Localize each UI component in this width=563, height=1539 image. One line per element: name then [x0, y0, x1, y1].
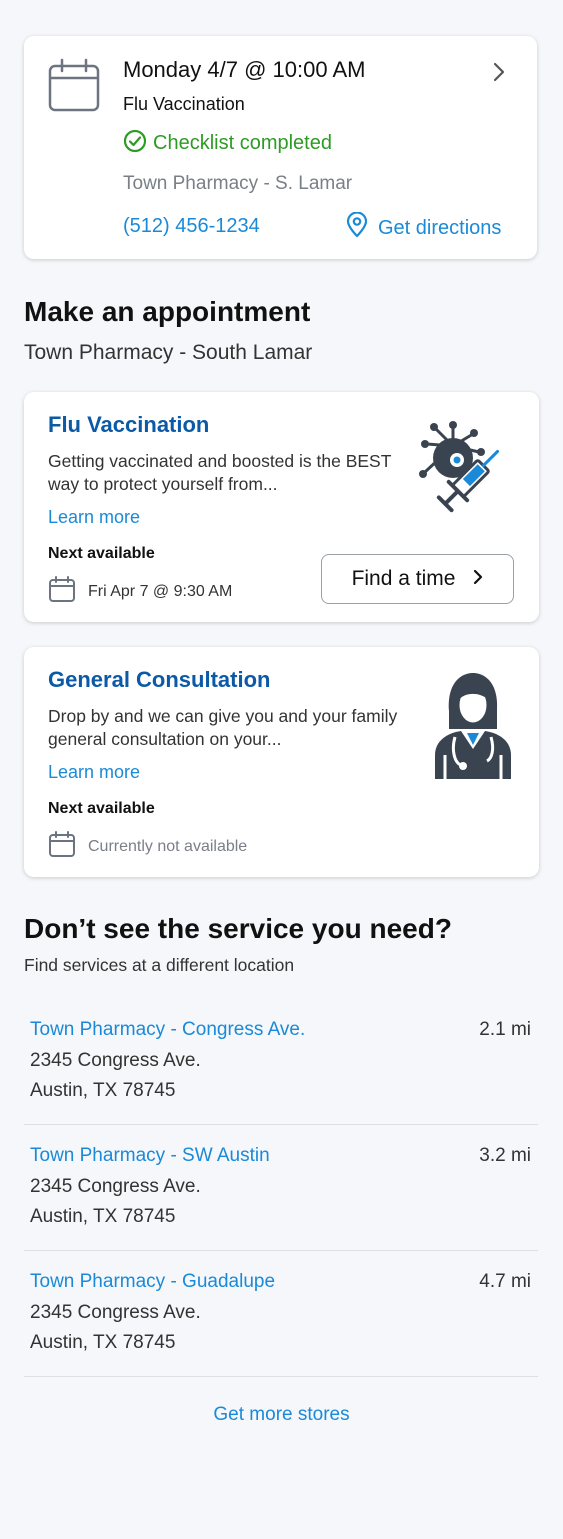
- get-more-stores-link[interactable]: Get more stores: [0, 1404, 563, 1426]
- location-address-line2: Austin, TX 78745: [30, 1080, 176, 1101]
- service-card-general-consultation: General Consultation Drop by and we can …: [24, 647, 539, 877]
- other-locations-title: Don’t see the service you need?: [24, 913, 452, 944]
- service-title: Flu Vaccination: [48, 412, 210, 437]
- check-circle-icon: [123, 129, 147, 158]
- service-card-flu-vaccination: Flu Vaccination Getting vaccinated and b…: [24, 392, 539, 622]
- appointment-card[interactable]: Monday 4/7 @ 10:00 AM Flu Vaccination Ch…: [24, 36, 537, 259]
- appointment-datetime: Monday 4/7 @ 10:00 AM: [123, 57, 366, 82]
- make-appointment-subtitle: Town Pharmacy - South Lamar: [24, 341, 313, 364]
- location-address-line2: Austin, TX 78745: [30, 1332, 176, 1353]
- location-item[interactable]: Town Pharmacy - SW Austin 3.2 mi 2345 Co…: [24, 1125, 538, 1251]
- phone-link[interactable]: (512) 456-1234: [123, 215, 260, 238]
- next-available-time: Fri Apr 7 @ 9:30 AM: [88, 582, 233, 600]
- location-item[interactable]: Town Pharmacy - Guadalupe 4.7 mi 2345 Co…: [24, 1251, 538, 1377]
- calendar-icon: [48, 830, 76, 863]
- find-a-time-label: Find a time: [351, 567, 456, 590]
- next-available-label: Next available: [48, 545, 155, 562]
- location-name: Town Pharmacy - Congress Ave.: [30, 1019, 306, 1040]
- get-directions-link[interactable]: Get directions: [346, 211, 502, 244]
- vaccine-syringe-virus-icon: [415, 416, 515, 531]
- checklist-status-text: Checklist completed: [153, 132, 332, 154]
- chevron-right-icon: [473, 567, 483, 591]
- next-available-slot: Fri Apr 7 @ 9:30 AM: [48, 575, 232, 608]
- location-distance: 3.2 mi: [479, 1145, 531, 1166]
- service-title: General Consultation: [48, 667, 271, 692]
- location-address-line1: 2345 Congress Ave.: [30, 1176, 201, 1197]
- learn-more-link[interactable]: Learn more: [48, 762, 140, 783]
- checklist-status: Checklist completed: [123, 129, 332, 158]
- service-description: Drop by and we can give you and your fam…: [48, 706, 398, 749]
- location-name: Town Pharmacy - SW Austin: [30, 1145, 270, 1166]
- calendar-icon: [48, 58, 100, 117]
- appointment-service: Flu Vaccination: [123, 94, 245, 114]
- service-description: Getting vaccinated and boosted is the BE…: [48, 451, 392, 494]
- location-distance: 2.1 mi: [479, 1019, 531, 1040]
- calendar-icon: [48, 575, 76, 608]
- next-available-label: Next available: [48, 800, 155, 817]
- location-address-line1: 2345 Congress Ave.: [30, 1050, 201, 1071]
- next-available-slot: Currently not available: [48, 830, 247, 863]
- location-distance: 4.7 mi: [479, 1271, 531, 1292]
- doctor-icon: [431, 671, 515, 786]
- chevron-right-icon[interactable]: [493, 62, 505, 87]
- learn-more-link[interactable]: Learn more: [48, 507, 140, 528]
- other-locations-subtitle: Find services at a different location: [24, 955, 295, 975]
- find-a-time-button[interactable]: Find a time: [321, 554, 514, 604]
- make-appointment-title: Make an appointment: [24, 296, 311, 327]
- location-address-line1: 2345 Congress Ave.: [30, 1302, 201, 1323]
- location-name: Town Pharmacy - Guadalupe: [30, 1271, 276, 1292]
- location-pin-icon: [346, 211, 368, 244]
- location-item[interactable]: Town Pharmacy - Congress Ave. 2.1 mi 234…: [24, 999, 538, 1125]
- location-address-line2: Austin, TX 78745: [30, 1206, 176, 1227]
- appointment-store: Town Pharmacy - S. Lamar: [123, 173, 353, 194]
- next-available-time: Currently not available: [88, 837, 248, 855]
- get-directions-label: Get directions: [378, 216, 502, 239]
